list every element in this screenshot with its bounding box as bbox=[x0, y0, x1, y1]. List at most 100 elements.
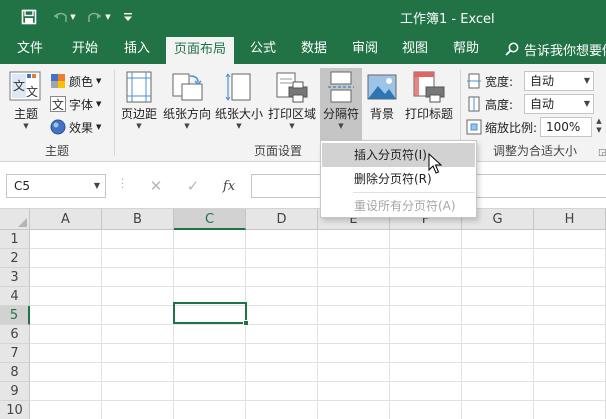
row-header-6[interactable]: 6 bbox=[0, 325, 30, 344]
scale-spinner[interactable]: ▲ ▼ bbox=[593, 117, 605, 137]
row-header-4[interactable]: 4 bbox=[0, 287, 30, 306]
effects-label: 效果 bbox=[69, 120, 94, 135]
mouse-cursor-icon bbox=[428, 152, 443, 178]
fonts-icon: 文 bbox=[50, 96, 66, 112]
column-header-c[interactable]: C bbox=[174, 209, 246, 230]
print-titles-button[interactable]: 打印标题 bbox=[402, 68, 456, 122]
scale-input[interactable]: 100% bbox=[540, 117, 592, 137]
customize-quick-access-icon[interactable] bbox=[122, 8, 134, 26]
ribbon: 文 文 主题 ▼ 颜色 ▼ 文 字体 ▼ 效果 ▼ 主题 页边距 ▼ 纸张方向 bbox=[0, 64, 606, 162]
row-header-10[interactable]: 10 bbox=[0, 401, 30, 419]
scale-icon bbox=[466, 119, 482, 135]
width-select[interactable]: 自动 ▼ bbox=[524, 71, 594, 91]
fill-handle[interactable] bbox=[243, 320, 249, 326]
svg-text:文: 文 bbox=[13, 78, 25, 93]
grid-line bbox=[30, 343, 606, 344]
orientation-label: 纸张方向 bbox=[162, 107, 211, 121]
worksheet-grid[interactable]: A B C D E F G H 1 2 3 4 5 6 7 8 9 10 bbox=[0, 209, 606, 419]
column-header-d[interactable]: D bbox=[246, 209, 318, 230]
tab-formulas[interactable]: 公式 bbox=[240, 34, 286, 64]
formula-bar-grip-icon[interactable]: · · · bbox=[121, 176, 124, 194]
height-icon bbox=[466, 96, 482, 112]
undo-icon[interactable] bbox=[52, 8, 68, 26]
chevron-down-icon: ▼ bbox=[96, 123, 102, 131]
title-bar: ▼ ▼ 工作簿1 - Excel bbox=[0, 0, 606, 34]
background-picture-icon bbox=[364, 68, 400, 106]
row-header-1[interactable]: 1 bbox=[0, 230, 30, 249]
grid-line bbox=[30, 305, 606, 306]
column-header-a[interactable]: A bbox=[30, 209, 102, 230]
tab-view[interactable]: 视图 bbox=[392, 34, 438, 64]
tab-insert[interactable]: 插入 bbox=[114, 34, 160, 64]
print-area-button[interactable]: 打印区域 ▼ bbox=[266, 68, 318, 131]
tab-help[interactable]: 帮助 bbox=[443, 34, 489, 64]
active-cell-c5[interactable] bbox=[173, 302, 247, 324]
effects-button[interactable]: 效果 ▼ bbox=[50, 116, 101, 138]
check-icon[interactable]: ✓ bbox=[183, 176, 203, 196]
margins-button[interactable]: 页边距 ▼ bbox=[118, 68, 160, 131]
menu-separator bbox=[353, 192, 475, 193]
tab-file[interactable]: 文件 bbox=[8, 34, 52, 64]
svg-text:文: 文 bbox=[26, 84, 38, 99]
themes-icon: 文 文 bbox=[8, 68, 44, 106]
colors-button[interactable]: 颜色 ▼ bbox=[50, 70, 101, 92]
undo-dropdown-icon[interactable]: ▼ bbox=[69, 8, 77, 26]
width-value: 自动 bbox=[530, 74, 555, 88]
menu-item-remove-page-break[interactable]: 删除分页符(R) bbox=[322, 167, 475, 191]
height-value: 自动 bbox=[530, 97, 555, 111]
background-button[interactable]: 背景 bbox=[364, 68, 400, 122]
insert-function-icon[interactable]: fx bbox=[219, 176, 239, 196]
height-select[interactable]: 自动 ▼ bbox=[524, 94, 594, 114]
size-button[interactable]: 纸张大小 ▼ bbox=[214, 68, 264, 131]
name-box[interactable]: C5 ▼ bbox=[6, 174, 106, 198]
redo-icon[interactable] bbox=[86, 8, 102, 26]
row-header-7[interactable]: 7 bbox=[0, 344, 30, 363]
column-header-h[interactable]: H bbox=[534, 209, 606, 230]
dialog-launcher-icon[interactable]: ◲ bbox=[598, 148, 606, 158]
svg-text:文: 文 bbox=[52, 97, 64, 112]
search-icon bbox=[505, 42, 519, 56]
row-header-3[interactable]: 3 bbox=[0, 268, 30, 287]
themes-button[interactable]: 文 文 主题 ▼ bbox=[6, 68, 46, 131]
scale-label: 缩放比例: bbox=[485, 120, 538, 135]
row-header-5[interactable]: 5 bbox=[0, 306, 30, 325]
menu-item-insert-page-break[interactable]: 插入分页符(I) bbox=[322, 143, 475, 167]
cancel-icon[interactable]: ✕ bbox=[146, 176, 166, 196]
menu-item-reset-all-page-breaks: 重设所有分页符(A) bbox=[354, 199, 456, 213]
themes-group-label: 主题 bbox=[44, 144, 69, 158]
scale-group-label: 调整为合适大小 bbox=[492, 144, 577, 158]
breaks-label: 分隔符 bbox=[322, 107, 359, 121]
orientation-button[interactable]: 纸张方向 ▼ bbox=[162, 68, 212, 131]
tab-data[interactable]: 数据 bbox=[290, 34, 338, 64]
colors-label: 颜色 bbox=[69, 74, 94, 89]
breaks-button[interactable]: 分隔符 ▼ bbox=[320, 68, 362, 131]
window-title: 工作簿1 - Excel bbox=[400, 12, 495, 27]
chevron-down-icon: ▼ bbox=[96, 77, 102, 85]
select-all-icon bbox=[18, 218, 27, 227]
fonts-button[interactable]: 文 字体 ▼ bbox=[50, 93, 101, 115]
column-header-b[interactable]: B bbox=[102, 209, 174, 230]
row-header-9[interactable]: 9 bbox=[0, 382, 30, 401]
print-titles-label: 打印标题 bbox=[404, 107, 453, 121]
chevron-down-icon: ▼ bbox=[93, 181, 100, 190]
orientation-icon bbox=[169, 68, 205, 106]
tell-me-box[interactable]: 告诉我你想要做 bbox=[505, 34, 606, 64]
width-icon bbox=[466, 73, 482, 89]
redo-dropdown-icon[interactable]: ▼ bbox=[104, 8, 112, 26]
chevron-down-icon: ▼ bbox=[184, 122, 190, 130]
row-header-2[interactable]: 2 bbox=[0, 249, 30, 268]
chevron-down-icon: ▼ bbox=[236, 122, 242, 130]
size-label: 纸张大小 bbox=[214, 107, 263, 121]
tab-home[interactable]: 开始 bbox=[62, 34, 108, 64]
effects-icon bbox=[50, 119, 66, 135]
row-header-8[interactable]: 8 bbox=[0, 363, 30, 382]
chevron-down-icon: ▼ bbox=[583, 99, 590, 108]
chevron-down-icon: ▼ bbox=[338, 122, 344, 130]
select-all-button[interactable] bbox=[0, 209, 30, 230]
tell-me-text: 告诉我你想要做 bbox=[524, 43, 606, 59]
save-icon[interactable] bbox=[20, 8, 38, 26]
tab-review[interactable]: 审阅 bbox=[342, 34, 388, 64]
grid-line bbox=[30, 286, 606, 287]
tab-page-layout[interactable]: 页面布局 bbox=[166, 37, 234, 64]
themes-label: 主题 bbox=[13, 107, 38, 121]
